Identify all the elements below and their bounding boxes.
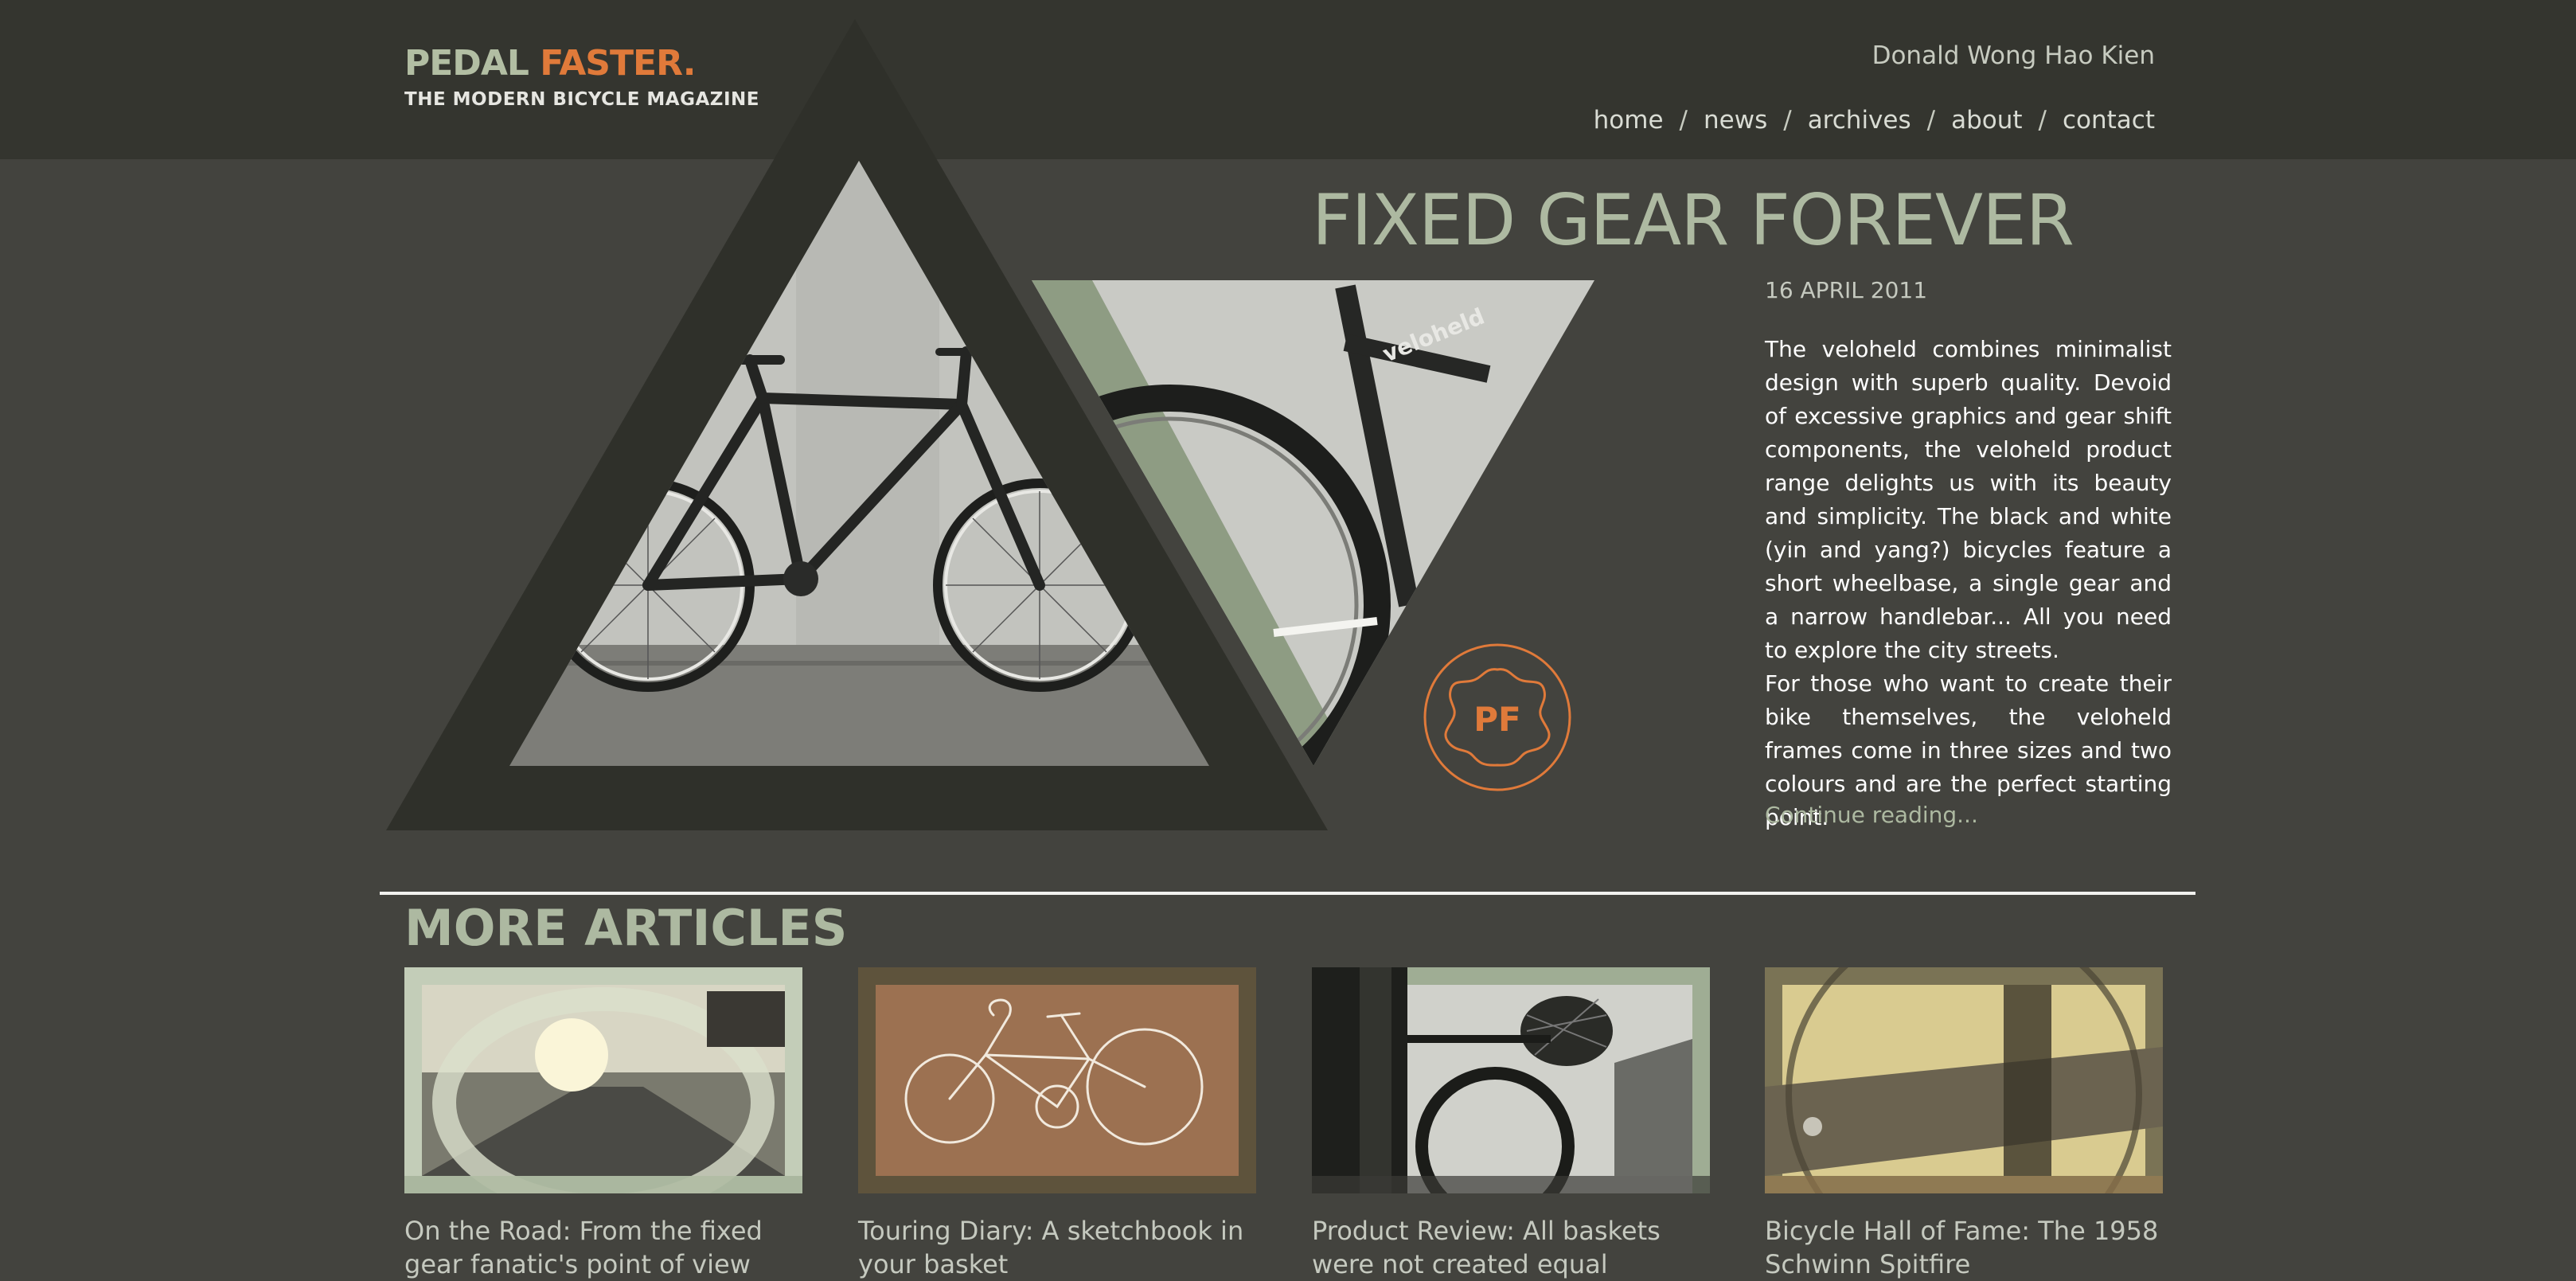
article-card[interactable]: Product Review: All baskets were not cre… [1312, 967, 1710, 1281]
article-thumbnail-spitfire[interactable] [1765, 967, 2163, 1193]
article-body: The veloheld combines minimalist design … [1765, 333, 2172, 834]
featured-hero-art[interactable]: veloheld PF [0, 0, 2576, 876]
article-title[interactable]: FIXED GEAR FOREVER [1312, 177, 2074, 264]
article-card-title[interactable]: On the Road: From the fixed gear fanatic… [404, 1214, 802, 1281]
article-card-title[interactable]: Touring Diary: A sketchbook in your bask… [858, 1214, 1256, 1281]
article-card-title[interactable]: Bicycle Hall of Fame: The 1958 Schwinn S… [1765, 1214, 2163, 1281]
pf-badge-icon: PF [1423, 643, 1571, 791]
article-card[interactable]: Touring Diary: A sketchbook in your bask… [858, 967, 1256, 1281]
badge-text: PF [1473, 700, 1520, 739]
article-card-title[interactable]: Product Review: All baskets were not cre… [1312, 1214, 1710, 1281]
article-paragraph: The veloheld combines minimalist design … [1765, 336, 2172, 663]
article-thumbnail-basket[interactable] [1312, 967, 1710, 1193]
article-thumbnail-sketch[interactable] [858, 967, 1256, 1193]
article-card[interactable]: Bicycle Hall of Fame: The 1958 Schwinn S… [1765, 967, 2163, 1281]
left-bike-photo [509, 161, 1209, 766]
article-date: 16 APRIL 2011 [1765, 277, 1928, 303]
article-thumbnail-road[interactable] [404, 967, 802, 1193]
continue-reading-link[interactable]: Continue reading... [1765, 802, 1978, 828]
article-card[interactable]: On the Road: From the fixed gear fanatic… [404, 967, 802, 1281]
section-divider [380, 892, 2195, 895]
more-articles-heading: MORE ARTICLES [404, 899, 848, 957]
